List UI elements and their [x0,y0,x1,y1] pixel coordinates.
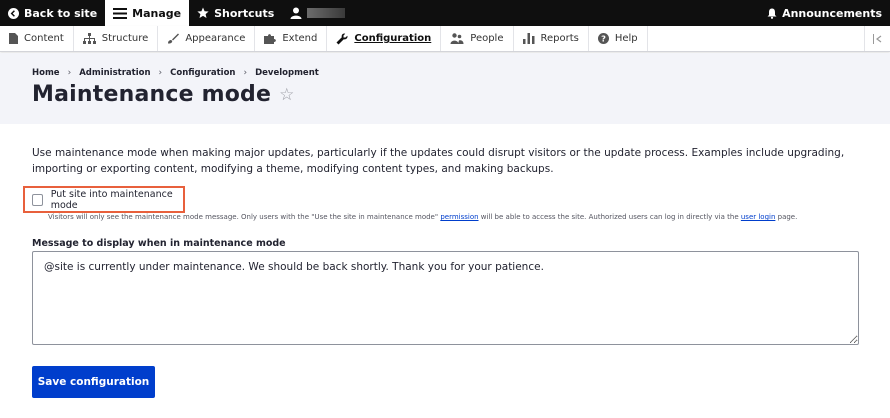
message-field-label: Message to display when in maintenance m… [32,238,286,249]
maintenance-mode-checkbox-label[interactable]: Put site into maintenance mode [51,189,183,211]
permission-link[interactable]: permission [440,213,478,221]
redacted-username [307,8,346,18]
tray-item-people[interactable]: People [441,26,514,51]
announcements-label: Announcements [782,6,882,20]
tray-item-content[interactable]: Content [0,26,74,51]
help-text-part: Visitors will only see the maintenance m… [48,213,441,221]
collapse-arrow-icon [872,33,881,44]
puzzle-icon [264,34,277,44]
tray-item-label: Configuration [354,33,432,44]
tray-item-configuration[interactable]: Configuration [327,26,442,51]
star-icon [197,7,209,18]
tray-item-structure[interactable]: Structure [74,26,159,51]
back-to-site-label: Back to site [24,6,98,20]
help-text-part: will be able to access the site. Authori… [478,213,741,221]
tray-item-extend[interactable]: Extend [255,26,328,51]
tray-item-label: Content [24,33,64,44]
maintenance-mode-checkbox-wrapper[interactable]: Put site into maintenance mode [23,186,185,213]
maintenance-message-textarea[interactable]: @site is currently under maintenance. We… [32,251,859,345]
breadcrumb-separator: › [243,68,248,78]
tray-item-help[interactable]: ? Help [589,26,648,51]
sitemap-icon [82,33,96,44]
admin-tray: Content Structure Appearance Extend Conf… [0,26,890,52]
tray-item-reports[interactable]: Reports [514,26,589,51]
breadcrumb-separator: › [158,68,163,78]
wrench-icon [336,33,348,44]
tray-item-label: Reports [540,33,579,44]
file-icon [9,33,18,44]
people-icon [450,33,464,44]
tray-item-label: Help [614,33,638,44]
chart-icon [522,33,534,44]
user-login-link[interactable]: user login [741,213,776,221]
maintenance-mode-help-text: Visitors will only see the maintenance m… [48,213,797,221]
paintbrush-icon [168,33,180,44]
help-text-part: page. [775,213,798,221]
tray-item-appearance[interactable]: Appearance [158,26,256,51]
page-title-text: Maintenance mode [32,82,272,107]
breadcrumb-item-development[interactable]: Development [255,68,319,78]
hamburger-icon [113,7,128,19]
svg-text:?: ? [601,33,606,43]
manage-label: Manage [132,6,182,20]
shortcuts-label: Shortcuts [214,6,275,20]
page-description: Use maintenance mode when making major u… [32,147,845,175]
save-configuration-button[interactable]: Save configuration [32,366,155,398]
shortcuts-tab[interactable]: Shortcuts [189,0,282,26]
breadcrumb: Home › Administration › Configuration › … [32,68,319,78]
user-icon [290,7,302,19]
tray-item-label: Structure [101,33,149,44]
help-icon: ? [597,33,609,44]
user-tab[interactable] [282,0,353,26]
breadcrumb-item-home[interactable]: Home [32,68,60,78]
breadcrumb-item-configuration[interactable]: Configuration [170,68,235,78]
admin-toolbar: Back to site Manage Shortcuts Announceme… [0,0,890,26]
chevron-left-circle-icon [8,7,19,19]
announcements-tab[interactable]: Announcements [759,0,890,26]
tray-item-label: Extend [282,33,318,44]
breadcrumb-separator: › [67,68,72,78]
page-header: Home › Administration › Configuration › … [0,53,890,124]
manage-tab[interactable]: Manage [105,0,190,26]
tray-orientation-toggle[interactable] [864,26,890,51]
back-to-site-link[interactable]: Back to site [0,0,105,26]
bell-icon [767,8,777,19]
tray-item-label: People [470,33,504,44]
maintenance-mode-checkbox[interactable] [32,193,43,206]
page-title: Maintenance mode ☆ [32,82,295,107]
star-outline-icon[interactable]: ☆ [279,85,294,105]
tray-item-label: Appearance [185,33,246,44]
breadcrumb-item-administration[interactable]: Administration [79,68,150,78]
